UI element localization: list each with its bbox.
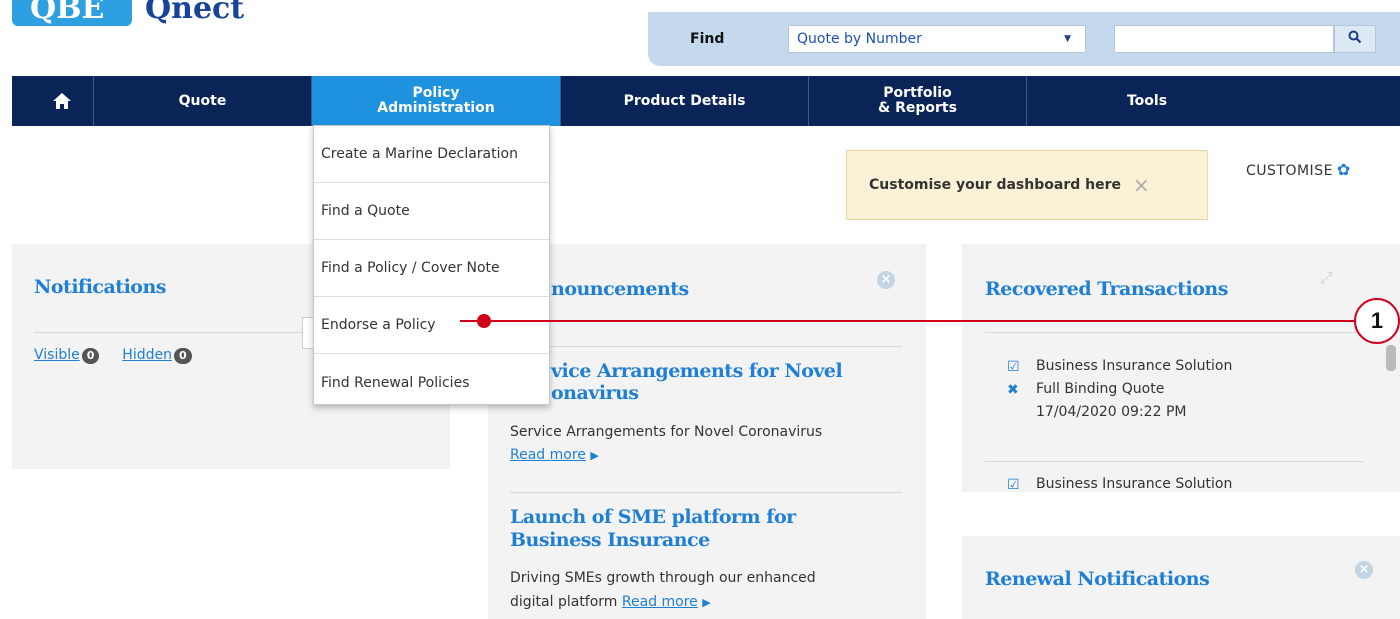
notifications-title: Notifications	[34, 276, 166, 298]
app-name: Qnect	[145, 0, 245, 26]
announcement-body: Driving SMEs growth through our enhanced	[510, 570, 816, 586]
home-icon	[52, 92, 72, 111]
customise-label: CUSTOMISE	[1246, 163, 1333, 179]
menu-item-create-marine-declaration[interactable]: Create a Marine Declaration	[314, 126, 549, 183]
renewal-notifications-title: Renewal Notifications	[985, 568, 1210, 590]
nav-policy-label: Policy Administration	[377, 85, 495, 116]
transaction-product[interactable]: Business Insurance Solution	[1036, 358, 1232, 374]
announcement-body-text: digital platform	[510, 594, 618, 610]
hidden-count-badge: 0	[173, 348, 192, 364]
read-more-row: Read more ▶	[510, 444, 599, 467]
qbe-logo[interactable]: QBE	[12, 0, 132, 26]
notification-filters: Visible 0 Hidden 0	[34, 347, 192, 364]
scrollbar-thumb[interactable]	[1386, 345, 1396, 371]
callout-dot	[477, 314, 491, 328]
play-arrow-icon: ▶	[702, 596, 711, 609]
edit-icon[interactable]: ☑	[1007, 477, 1020, 493]
read-more-link[interactable]: Read more	[510, 447, 586, 463]
recovered-transactions-title: Recovered Transactions	[985, 278, 1228, 300]
chevron-down-icon: ▼	[1064, 34, 1071, 44]
menu-item-find-policy-cover-note[interactable]: Find a Policy / Cover Note	[314, 240, 549, 297]
divider	[34, 332, 324, 333]
callout-line	[460, 320, 1360, 322]
divider	[510, 346, 902, 347]
find-type-value: Quote by Number	[797, 31, 922, 47]
nav-portfolio-label: Portfolio & Reports	[878, 85, 957, 116]
menu-item-find-quote[interactable]: Find a Quote	[314, 183, 549, 240]
edit-icon[interactable]: ☑	[1007, 359, 1020, 375]
divider	[510, 492, 902, 493]
customise-banner-text: Customise your dashboard here	[869, 177, 1121, 193]
nav-tools-label: Tools	[1126, 92, 1168, 109]
announcement-title-line1[interactable]: Launch of SME platform for	[510, 507, 796, 528]
menu-item-find-renewal-policies[interactable]: Find Renewal Policies	[314, 354, 549, 411]
divider	[985, 461, 1363, 462]
menu-item-endorse-policy[interactable]: Endorse a Policy	[314, 297, 549, 354]
close-panel-icon[interactable]: ×	[877, 271, 895, 289]
announcement-title-line2[interactable]: onavirus	[551, 383, 639, 404]
nav-home[interactable]	[30, 76, 94, 126]
transaction-product[interactable]: Business Insurance Solution	[1036, 476, 1232, 492]
customise-banner: Customise your dashboard here ×	[846, 150, 1208, 220]
search-icon	[1348, 29, 1362, 48]
policy-administration-dropdown: Create a Marine Declaration Find a Quote…	[313, 125, 550, 405]
callout-number: 1	[1354, 298, 1400, 344]
nav-tools[interactable]: Tools	[1027, 76, 1267, 126]
nav-portfolio-reports[interactable]: Portfolio & Reports	[809, 76, 1027, 126]
transaction-datetime: 17/04/2020 09:22 PM	[1036, 404, 1187, 420]
announcement-title-line2[interactable]: Business Insurance	[510, 530, 710, 551]
find-input[interactable]	[1114, 25, 1334, 53]
nav-quote[interactable]: Quote	[94, 76, 312, 126]
read-more-link[interactable]: Read more	[622, 594, 698, 610]
announcement-body-line2: digital platform Read more ▶	[510, 591, 711, 614]
find-label: Find	[690, 31, 725, 47]
visible-filter-link[interactable]: Visible	[34, 347, 80, 363]
delete-icon[interactable]: ✖	[1007, 382, 1019, 398]
search-button[interactable]	[1334, 25, 1376, 53]
announcements-title: nouncements	[551, 278, 689, 300]
announcement-body: Service Arrangements for Novel Coronavir…	[510, 424, 823, 440]
transaction-type: Full Binding Quote	[1036, 381, 1165, 397]
hidden-filter-link[interactable]: Hidden	[122, 347, 172, 363]
customise-link[interactable]: CUSTOMISE ✿	[1246, 160, 1351, 179]
expand-icon[interactable]: ⤢	[1320, 268, 1333, 288]
gear-icon: ✿	[1336, 160, 1351, 179]
nav-quote-label: Quote	[178, 92, 227, 109]
nav-product-label: Product Details	[623, 92, 746, 109]
nav-policy-administration[interactable]: Policy Administration	[312, 76, 561, 126]
close-panel-icon[interactable]: ×	[1355, 561, 1373, 579]
visible-count-badge: 0	[81, 348, 100, 364]
find-type-select[interactable]: Quote by Number ▼	[788, 25, 1086, 53]
nav-product-details[interactable]: Product Details	[561, 76, 809, 126]
play-arrow-icon: ▶	[590, 449, 599, 462]
announcement-title-line1[interactable]: vice Arrangements for Novel	[551, 361, 843, 382]
divider	[985, 332, 1363, 333]
close-icon[interactable]: ×	[1133, 173, 1150, 197]
